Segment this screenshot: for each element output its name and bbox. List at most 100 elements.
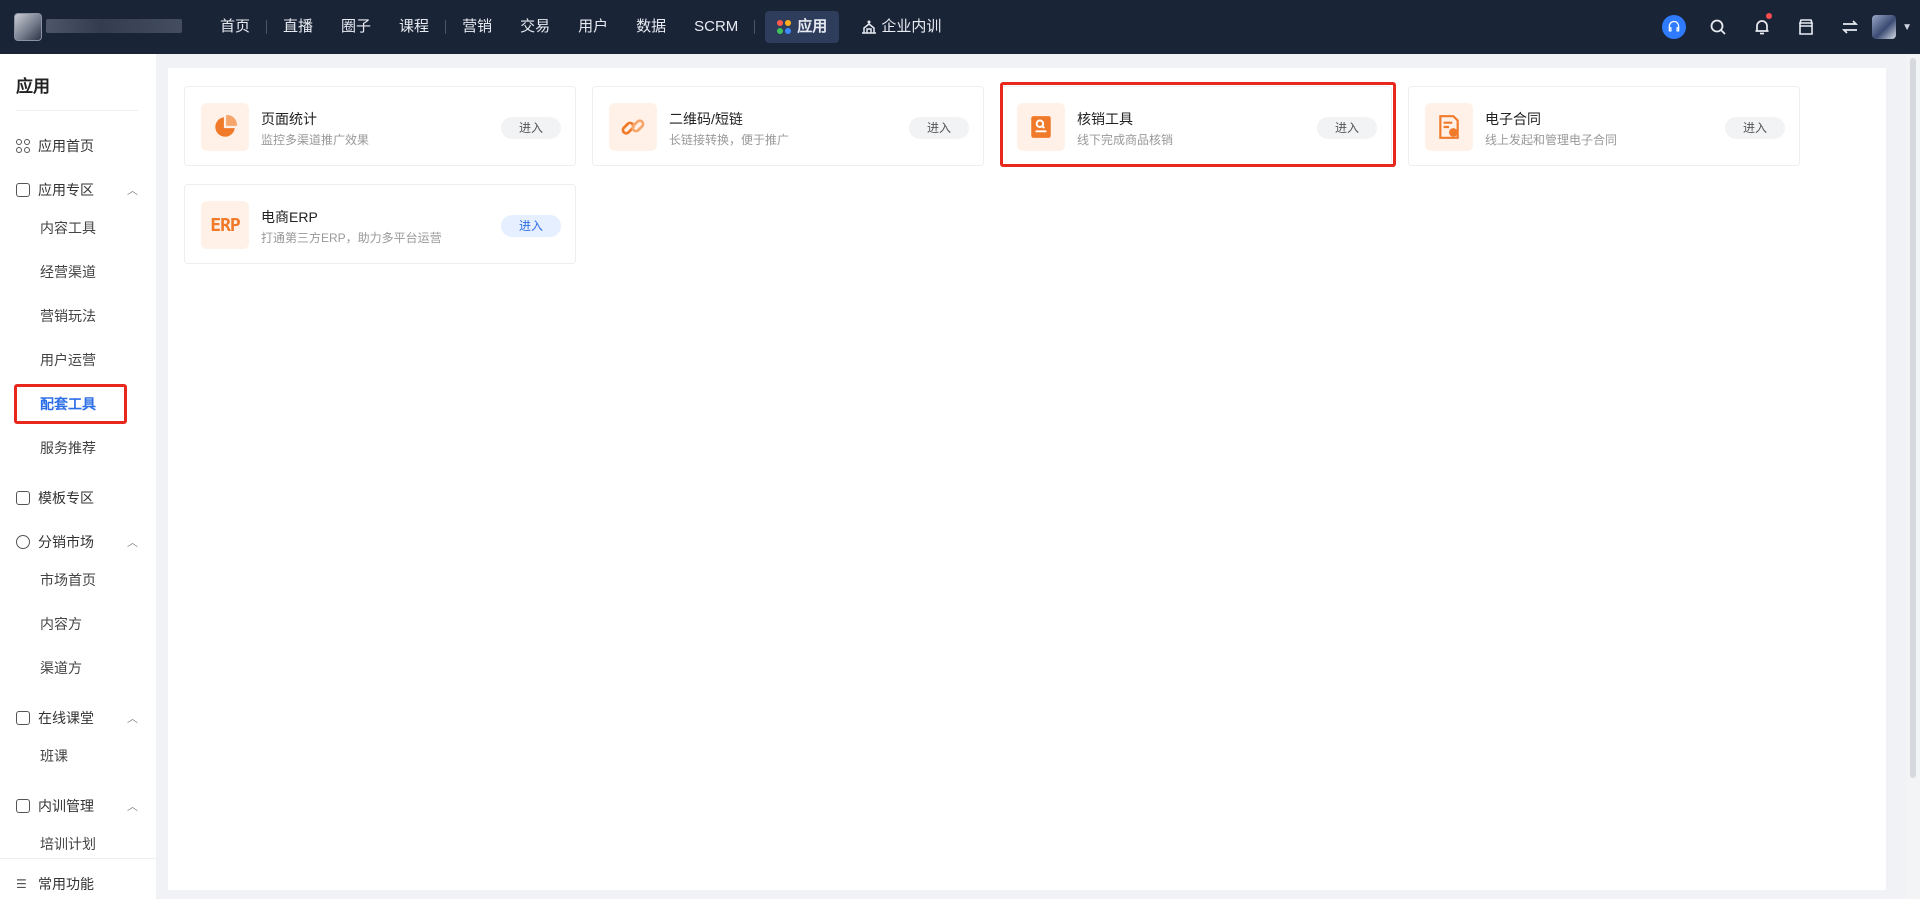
- chevron-down-icon: ▼: [1902, 21, 1912, 33]
- org-name-blurred: [46, 19, 182, 33]
- sidebar-item-label: 常用功能: [38, 876, 94, 892]
- store-button[interactable]: [1784, 0, 1828, 54]
- support-button[interactable]: [1652, 0, 1696, 54]
- sidebar-group-app-zone[interactable]: 应用专区 ︿: [16, 180, 138, 200]
- chevron-up-icon: ︿: [127, 537, 138, 549]
- sidebar-group-online-class[interactable]: 在线课堂 ︿: [16, 708, 138, 728]
- nav-training-label: 企业内训: [881, 18, 942, 35]
- nav-separator: [266, 20, 268, 34]
- sidebar-group-market[interactable]: 分销市场 ︿: [16, 532, 138, 552]
- erp-icon-text: ERP: [210, 214, 240, 236]
- card-desc: 打通第三方ERP，助力多平台运营: [261, 231, 442, 245]
- nav-course[interactable]: 课程: [385, 11, 443, 43]
- enter-button[interactable]: 进入: [501, 215, 561, 237]
- sidebar-item-marketing-plays[interactable]: 营销玩法: [40, 306, 96, 326]
- sidebar-item-templates[interactable]: 模板专区: [16, 488, 138, 508]
- sidebar-group-label: 分销市场: [38, 534, 94, 550]
- highlight-box-verification-card: [1000, 82, 1396, 167]
- store-icon: [1798, 19, 1814, 35]
- nav-home[interactable]: 首页: [206, 11, 264, 43]
- book-icon: [16, 183, 30, 197]
- sidebar-item-user-ops[interactable]: 用户运营: [40, 350, 96, 370]
- nav-separator: [445, 20, 447, 34]
- card-desc: 线上发起和管理电子合同: [1485, 133, 1618, 147]
- card-title: 电商ERP: [261, 209, 318, 225]
- nav-circle[interactable]: 圈子: [327, 11, 385, 43]
- enter-button[interactable]: 进入: [1725, 117, 1785, 139]
- sidebar-item-class[interactable]: 班课: [40, 746, 68, 766]
- sidebar-item-channels[interactable]: 经营渠道: [40, 262, 96, 282]
- top-right-tools: ▼: [1652, 0, 1920, 54]
- nav-data[interactable]: 数据: [622, 11, 680, 43]
- sidebar-title: 应用: [16, 77, 50, 96]
- card-title: 二维码/短链: [669, 111, 743, 127]
- sidebar-bottom-divider: [0, 858, 156, 859]
- nav-live[interactable]: 直播: [269, 11, 327, 43]
- sidebar-item-channel-side[interactable]: 渠道方: [40, 658, 82, 678]
- monitor-icon: [16, 799, 30, 813]
- sidebar-item-service-recommend[interactable]: 服务推荐: [40, 438, 96, 458]
- nav-training[interactable]: 企业内训: [847, 11, 955, 43]
- top-bar: 首页 直播 圈子 课程 营销 交易 用户 数据 SCRM 应用 企业内训 ▼: [0, 0, 1920, 54]
- card-desc: 长链接转换，便于推广: [669, 133, 790, 147]
- main-nav: 首页 直播 圈子 课程 营销 交易 用户 数据 SCRM 应用 企业内训: [206, 0, 955, 54]
- search-button[interactable]: [1696, 0, 1740, 54]
- main-content: 页面统计 监控多渠道推广效果 进入 二维码/短链 长链接转换，便于推广 进入 核…: [168, 68, 1886, 890]
- app-card-page-stats[interactable]: 页面统计 监控多渠道推广效果 进入: [184, 86, 576, 166]
- search-icon: [1710, 19, 1726, 35]
- erp-icon: ERP: [201, 201, 249, 249]
- classroom-icon: [16, 711, 30, 725]
- link-icon: [609, 103, 657, 151]
- nav-marketing[interactable]: 营销: [448, 11, 506, 43]
- bell-icon: [1755, 20, 1769, 35]
- card-title: 页面统计: [261, 111, 317, 127]
- sidebar-item-content-tools[interactable]: 内容工具: [40, 218, 96, 238]
- page-scrollbar[interactable]: [1906, 54, 1920, 899]
- template-icon: [16, 491, 30, 505]
- sidebar-group-training[interactable]: 内训管理 ︿: [16, 796, 138, 816]
- enter-button[interactable]: 进入: [909, 117, 969, 139]
- scrollbar-thumb[interactable]: [1910, 58, 1916, 778]
- switch-icon: [1842, 20, 1859, 34]
- user-menu[interactable]: ▼: [1872, 0, 1920, 54]
- support-icon: [1662, 15, 1687, 39]
- enter-button[interactable]: 进入: [501, 117, 561, 139]
- chevron-up-icon: ︿: [127, 713, 138, 725]
- sidebar-divider: [16, 110, 138, 111]
- hexagon-icon: [16, 535, 30, 549]
- sidebar-group-label: 在线课堂: [38, 710, 94, 726]
- switch-button[interactable]: [1828, 0, 1872, 54]
- chevron-up-icon: ︿: [127, 185, 138, 197]
- avatar: [1872, 15, 1897, 39]
- sidebar-item-content-side[interactable]: 内容方: [40, 614, 82, 634]
- app-card-e-contract[interactable]: 电子合同 线上发起和管理电子合同 进入: [1408, 86, 1800, 166]
- sidebar: 应用 应用首页 应用专区 ︿ 内容工具 经营渠道 营销玩法 用户运营 配套工具 …: [0, 54, 156, 899]
- nav-users[interactable]: 用户: [564, 11, 622, 43]
- nav-trade[interactable]: 交易: [506, 11, 564, 43]
- logo[interactable]: [14, 13, 42, 41]
- card-title: 电子合同: [1485, 111, 1541, 127]
- list-icon: ☰: [16, 877, 27, 891]
- notification-button[interactable]: [1740, 0, 1784, 54]
- apps-icon: [777, 20, 792, 34]
- notification-dot: [1766, 13, 1773, 19]
- sidebar-item-market-home[interactable]: 市场首页: [40, 570, 96, 590]
- sidebar-item-training-plan[interactable]: 培训计划: [40, 834, 96, 854]
- contract-icon: [1425, 103, 1473, 151]
- nav-separator: [754, 20, 756, 34]
- sidebar-group-label: 应用专区: [38, 182, 94, 198]
- sidebar-item-common[interactable]: ☰ 常用功能: [16, 874, 138, 894]
- training-icon: [862, 20, 877, 34]
- app-card-qrcode-shortlink[interactable]: 二维码/短链 长链接转换，便于推广 进入: [592, 86, 984, 166]
- sidebar-item-label: 模板专区: [38, 490, 94, 506]
- sidebar-group-label: 内训管理: [38, 798, 94, 814]
- sidebar-item-app-home[interactable]: 应用首页: [16, 136, 138, 156]
- sidebar-item-label: 应用首页: [38, 138, 94, 154]
- grid-icon: [16, 139, 30, 153]
- card-desc: 监控多渠道推广效果: [261, 133, 370, 147]
- nav-apps[interactable]: 应用: [765, 11, 840, 43]
- nav-scrm[interactable]: SCRM: [680, 11, 752, 43]
- pie-chart-icon: [201, 103, 249, 151]
- highlight-box-sidebar: [14, 384, 127, 424]
- app-card-ecommerce-erp[interactable]: ERP 电商ERP 打通第三方ERP，助力多平台运营 进入: [184, 184, 576, 264]
